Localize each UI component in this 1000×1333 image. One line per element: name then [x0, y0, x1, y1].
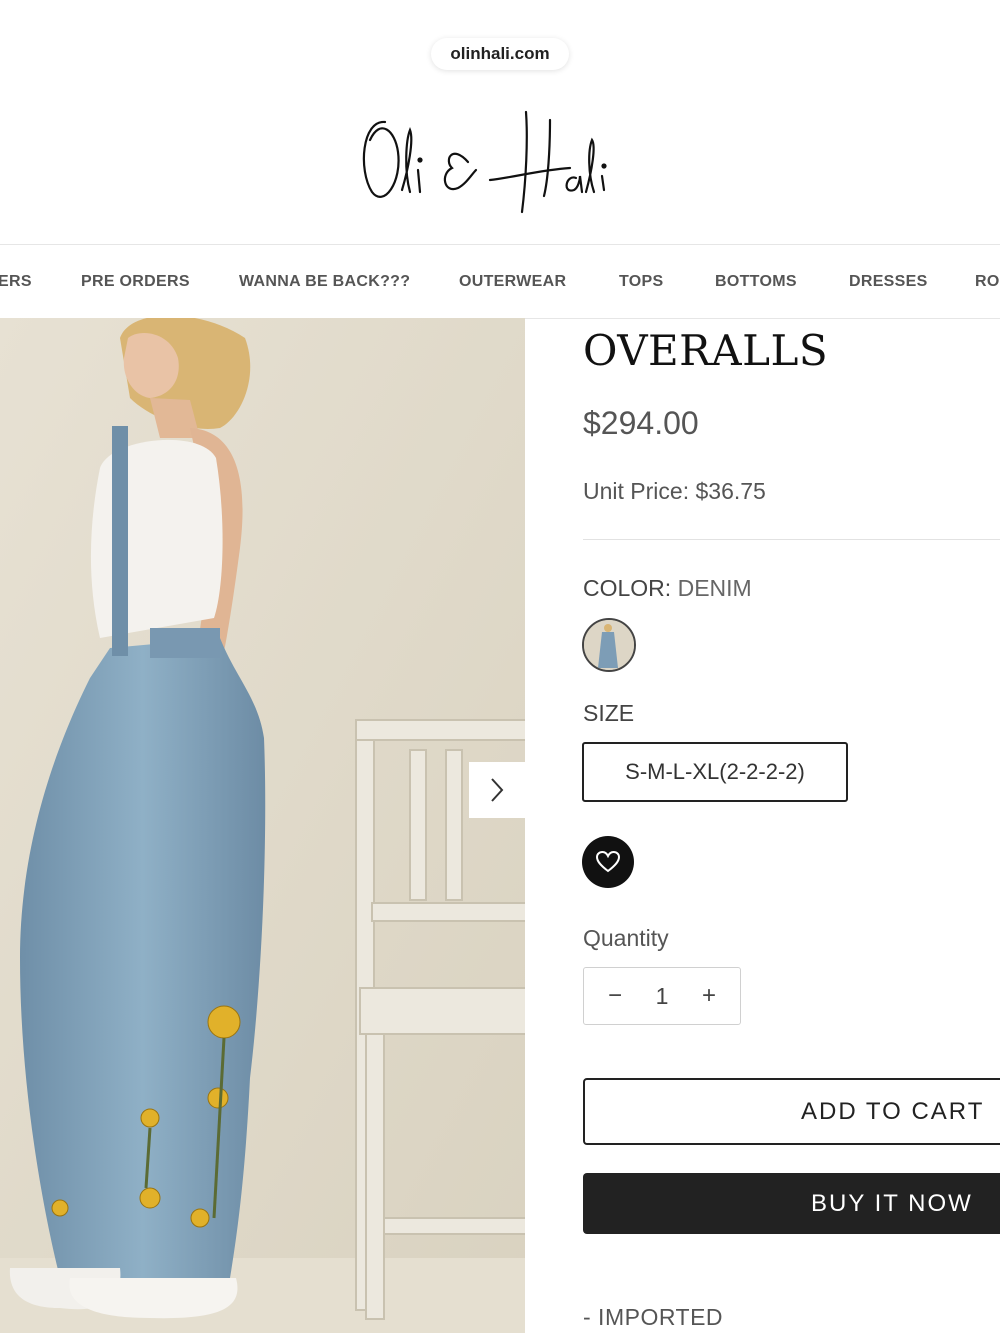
wishlist-button[interactable]: [582, 836, 634, 888]
unit-price-value: $36.75: [695, 478, 766, 504]
nav-item-wanna-be-back[interactable]: WANNA BE BACK???: [239, 245, 410, 318]
main-nav: ERS PRE ORDERS WANNA BE BACK??? OUTERWEA…: [0, 244, 1000, 319]
swatch-thumbnail: [584, 620, 634, 670]
divider: [583, 539, 1000, 540]
nav-item-partial-right[interactable]: RO: [975, 245, 1000, 318]
product-photo: [0, 318, 525, 1333]
url-bar[interactable]: olinhali.com: [431, 38, 569, 70]
quantity-input[interactable]: 1: [642, 968, 682, 1024]
nav-item-outerwear[interactable]: OUTERWEAR: [459, 245, 566, 318]
color-label-text: COLOR:: [583, 575, 672, 601]
url-text: olinhali.com: [450, 44, 550, 63]
add-to-cart-button[interactable]: ADD TO CART: [583, 1078, 1000, 1145]
quantity-plus-button[interactable]: +: [692, 968, 726, 1024]
quantity-stepper: − 1 +: [583, 967, 741, 1025]
nav-item-partial-left[interactable]: ERS: [0, 245, 32, 318]
chevron-right-icon: [491, 778, 504, 802]
gallery-next-button[interactable]: [469, 762, 525, 818]
quantity-minus-button[interactable]: −: [598, 968, 632, 1024]
nav-item-pre-orders[interactable]: PRE ORDERS: [81, 245, 190, 318]
color-swatch-denim[interactable]: [582, 618, 636, 672]
unit-price: Unit Price: $36.75: [583, 478, 766, 505]
product-price: $294.00: [583, 405, 699, 441]
store-logo[interactable]: [340, 100, 660, 220]
unit-price-label: Unit Price:: [583, 478, 690, 504]
size-option-button[interactable]: S-M-L-XL(2-2-2-2): [582, 742, 848, 802]
color-label: COLOR: DENIM: [583, 575, 752, 602]
nav-item-dresses[interactable]: DRESSES: [849, 245, 928, 318]
product-image[interactable]: [0, 318, 525, 1333]
nav-item-bottoms[interactable]: BOTTOMS: [715, 245, 797, 318]
buy-it-now-button[interactable]: BUY IT NOW: [583, 1173, 1000, 1234]
product-title: OVERALLS: [583, 326, 829, 375]
quantity-label: Quantity: [583, 925, 669, 951]
size-label: SIZE: [583, 700, 635, 726]
logo-script: [362, 110, 607, 214]
color-value: DENIM: [677, 575, 752, 601]
nav-item-tops[interactable]: TOPS: [619, 245, 663, 318]
description-line: - IMPORTED: [583, 1304, 724, 1330]
heart-icon: [595, 850, 621, 873]
